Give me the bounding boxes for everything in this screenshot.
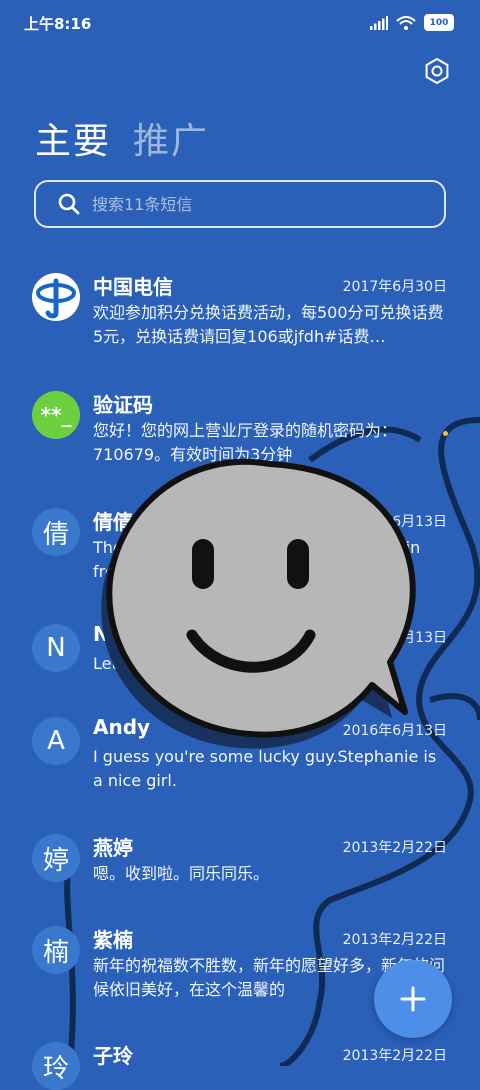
signal-icon <box>370 15 388 30</box>
conversation-date: 2013年2月22日 <box>342 1048 447 1064</box>
search-box[interactable] <box>34 180 446 228</box>
status-time: 上午8:16 <box>24 15 92 33</box>
tab-primary[interactable]: 主要 <box>35 112 111 164</box>
avatar: 玲 <box>32 1042 80 1090</box>
telecom-logo-icon <box>32 273 80 321</box>
conversation-date: 2016年6月13日 <box>342 630 447 646</box>
battery-icon: 100 <box>424 14 454 31</box>
avatar: 楠 <box>32 926 80 974</box>
search-input[interactable] <box>90 193 414 215</box>
conversation-item[interactable]: N Nicole 2016年6月13日 Let's eat out,shall … <box>0 622 480 694</box>
conversation-preview: 欢迎参加积分兑换话费活动，每500分可兑换话费5元，兑换话费请回复106或jfd… <box>93 303 444 346</box>
conversation-item[interactable]: 中国电信 2017年6月30日 欢迎参加积分兑换话费活动，每500分可兑换话费5… <box>0 273 480 363</box>
search-icon <box>58 193 80 215</box>
status-icons: 100 <box>370 14 454 31</box>
avatar: **_ <box>32 391 80 439</box>
status-bar: 上午8:16 100 <box>0 0 480 46</box>
conversation-preview: 您好！您的网上营业厅登录的随机密码为：710679。有效时间为3分钟 <box>93 421 398 464</box>
conversation-date: 2016年6月13日 <box>342 723 447 739</box>
conversation-name: 验证码 <box>93 393 153 417</box>
wifi-icon <box>396 15 416 30</box>
tab-promotions[interactable]: 推广 <box>133 112 209 164</box>
conversation-preview: Let's eat out,shall we? <box>93 654 272 673</box>
conversation-preview: I guess you're some lucky guy.Stephanie … <box>93 747 437 790</box>
conversation-name: Nicole <box>93 622 163 646</box>
conversation-preview: There was a table set out under a tree i… <box>93 538 421 581</box>
compose-button[interactable] <box>374 960 452 1038</box>
avatar: A <box>32 717 80 765</box>
battery-level: 100 <box>429 17 449 28</box>
conversation-name: 中国电信 <box>93 275 173 299</box>
conversation-item[interactable]: **_ 验证码 您好！您的网上营业厅登录的随机密码为：710679。有效时间为3… <box>0 391 480 481</box>
conversation-name: 子玲 <box>93 1044 133 1068</box>
conversation-item[interactable]: A Andy 2016年6月13日 I guess you're some lu… <box>0 715 480 807</box>
avatar: 倩 <box>32 508 80 556</box>
conversation-item[interactable]: 玲 子玲 2013年2月22日 <box>0 1042 480 1090</box>
conversation-name: Andy <box>93 715 151 739</box>
settings-hexagon-icon[interactable] <box>424 58 450 84</box>
conversation-date: 2016年6月13日 <box>342 514 447 530</box>
tab-bar: 主要 推广 <box>35 112 209 164</box>
conversation-name: 倩倩 <box>93 510 133 534</box>
conversation-name: 燕婷 <box>93 836 133 860</box>
avatar: N <box>32 624 80 672</box>
conversation-name: 紫楠 <box>93 928 133 952</box>
conversation-item[interactable]: 婷 燕婷 2013年2月22日 嗯。收到啦。同乐同乐。 <box>0 834 480 904</box>
conversation-date: 2017年6月30日 <box>342 279 447 295</box>
conversation-preview: 嗯。收到啦。同乐同乐。 <box>93 864 270 883</box>
conversation-item[interactable]: 倩 倩倩 2016年6月13日 There was a table set ou… <box>0 508 480 598</box>
plus-icon <box>400 986 426 1012</box>
conversation-date: 2013年2月22日 <box>342 932 447 948</box>
conversation-date: 2013年2月22日 <box>342 840 447 856</box>
avatar: 婷 <box>32 834 80 882</box>
